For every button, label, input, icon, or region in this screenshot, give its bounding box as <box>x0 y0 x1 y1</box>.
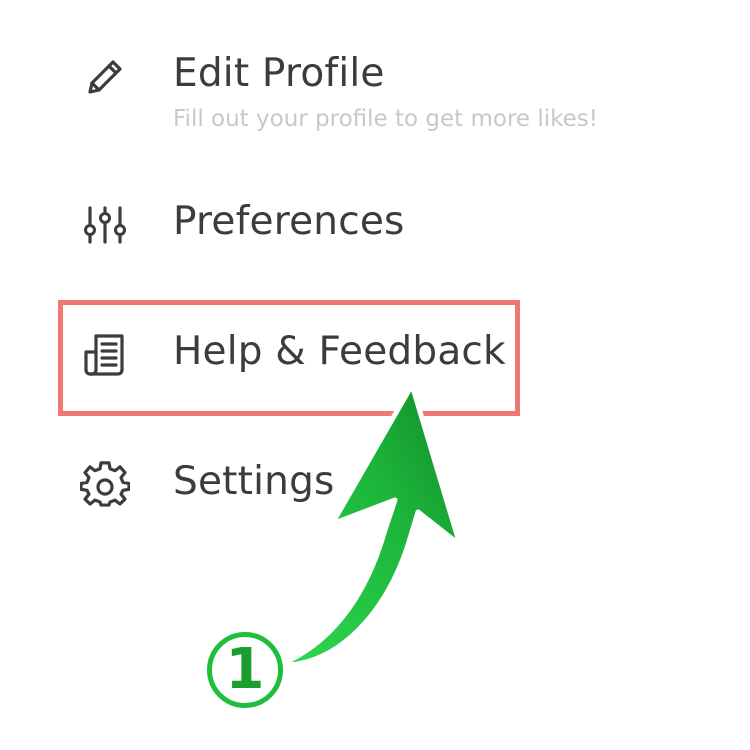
step-number-badge: 1 <box>207 632 283 708</box>
menu-item-help-feedback[interactable]: Help & Feedback <box>0 326 700 386</box>
edit-profile-subtitle: Fill out your profile to get more likes! <box>173 106 599 132</box>
gear-icon <box>80 460 130 510</box>
menu-item-settings[interactable]: Settings <box>0 456 700 516</box>
menu-item-edit-profile[interactable]: Edit Profile Fill out your profile to ge… <box>0 48 700 148</box>
menu-item-preferences[interactable]: Preferences <box>0 196 700 256</box>
document-icon <box>80 330 130 380</box>
preferences-label: Preferences <box>173 199 405 244</box>
edit-profile-label: Edit Profile <box>173 51 385 96</box>
menu-screen: Edit Profile Fill out your profile to ge… <box>0 0 750 750</box>
help-feedback-label: Help & Feedback <box>173 329 506 374</box>
sliders-icon <box>80 200 130 250</box>
pencil-icon <box>80 52 130 102</box>
settings-label: Settings <box>173 459 335 504</box>
